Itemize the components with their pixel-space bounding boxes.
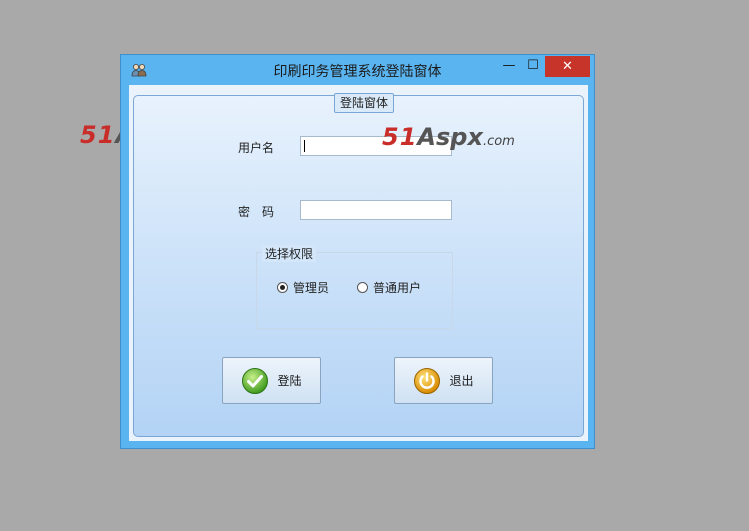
checkmark-icon [242, 367, 269, 394]
watermark-logo-right: 51Aspx.com [382, 123, 515, 151]
login-button-label: 登陆 [277, 374, 302, 388]
watermark-part1: 51 [80, 121, 116, 149]
watermark-part3: .com [482, 134, 515, 149]
radio-normal-user-label: 普通用户 [373, 281, 422, 295]
title-bar[interactable]: 印刷印务管理系统登陆窗体 — ☐ ✕ [121, 55, 594, 85]
text-caret [304, 140, 305, 152]
close-button[interactable]: ✕ [545, 56, 590, 77]
maximize-button[interactable]: ☐ [521, 59, 545, 77]
login-group: 登陆窗体 用户名 51Aspx.com 密 码 选择权限 管理员 普通用户 登陆… [133, 93, 584, 437]
permission-group: 选择权限 管理员 普通用户 [256, 245, 453, 329]
login-window: 印刷印务管理系统登陆窗体 — ☐ ✕ 登陆窗体 用户名 51Aspx.com 密… [120, 54, 595, 449]
permission-caption: 选择权限 [262, 245, 317, 262]
login-button[interactable]: 登陆 [222, 357, 321, 404]
radio-normal-user-indicator[interactable] [357, 282, 368, 293]
watermark-part1: 51 [382, 123, 418, 151]
power-icon [414, 367, 441, 394]
radio-normal-user[interactable]: 普通用户 [357, 279, 421, 296]
exit-button-label: 退出 [449, 374, 474, 388]
group-caption: 登陆窗体 [334, 93, 395, 113]
radio-admin-label: 管理员 [293, 281, 330, 295]
password-label: 密 码 [238, 205, 275, 219]
password-input[interactable] [300, 200, 452, 220]
minimize-button[interactable]: — [497, 59, 521, 77]
watermark-part2: Aspx [417, 123, 483, 151]
exit-button[interactable]: 退出 [394, 357, 493, 404]
username-label: 用户名 [238, 141, 275, 155]
client-area: 登陆窗体 用户名 51Aspx.com 密 码 选择权限 管理员 普通用户 登陆… [129, 85, 588, 441]
radio-admin[interactable]: 管理员 [277, 279, 329, 296]
radio-admin-indicator[interactable] [277, 282, 288, 293]
